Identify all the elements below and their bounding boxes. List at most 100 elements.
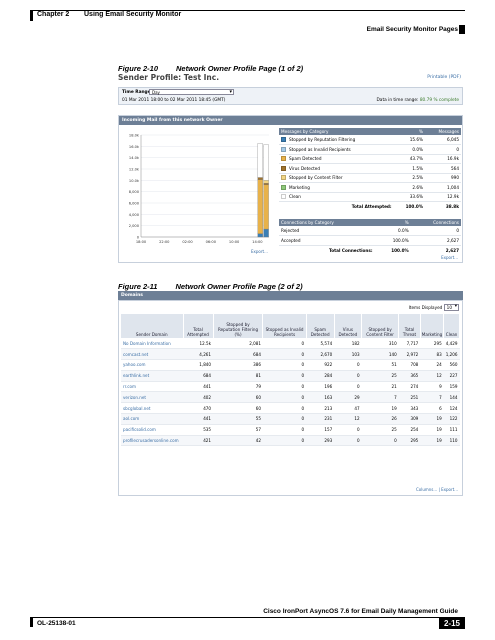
msg-category-count: 0 xyxy=(425,144,461,155)
domain-col-header[interactable]: Total Attempted xyxy=(183,314,214,338)
domain-cell: 110 xyxy=(443,435,460,447)
domain-cell: 295 xyxy=(420,338,444,350)
domain-cell: 163 xyxy=(306,391,335,404)
domain-cell: 0 xyxy=(262,413,307,425)
figure-caption-1: Figure 2-10 Network Owner Profile Page (1… xyxy=(118,64,303,73)
domain-link[interactable]: yahoo.com xyxy=(121,359,183,371)
domain-cell: 12 xyxy=(334,413,362,425)
domain-cell: 0 xyxy=(262,338,307,350)
msg-col-count: Messages xyxy=(425,128,461,135)
date-range-text: 01 Mar 2011 18:00 to 02 Mar 2011 18:45 (… xyxy=(122,98,226,103)
domain-cell: 922 xyxy=(306,359,335,371)
domain-cell: 365 xyxy=(398,370,421,382)
domain-cell: 42 xyxy=(213,435,263,447)
domain-cell: 122 xyxy=(443,413,460,425)
msg-category-label: Marketing xyxy=(279,182,394,193)
domain-cell: 140 xyxy=(361,348,399,361)
footer-rule xyxy=(30,617,465,618)
domain-cell: 57 xyxy=(213,424,263,436)
domain-col-header[interactable]: Clean xyxy=(443,314,460,338)
domain-cell: 19 xyxy=(420,413,444,425)
legend-swatch xyxy=(281,184,286,190)
domain-cell: 83 xyxy=(420,348,444,361)
domain-link[interactable]: pacificsolid.com xyxy=(121,424,183,436)
domain-col-header[interactable]: Spam Detected xyxy=(306,314,335,338)
domain-cell: 144 xyxy=(443,391,460,404)
document-page: Chapter 2 Using Email Security Monitor E… xyxy=(0,0,495,640)
category-name: Clean xyxy=(289,194,301,200)
domain-cell: 213 xyxy=(306,402,335,415)
domain-col-header[interactable]: Stopped as Invalid Recipients xyxy=(262,314,307,338)
x-tick-label: 02:00 xyxy=(182,240,193,244)
domain-col-header[interactable]: Total Threat xyxy=(398,314,421,338)
domain-link[interactable]: rr.com xyxy=(121,381,183,393)
domain-cell: 19 xyxy=(420,435,444,447)
legend-swatch xyxy=(281,175,286,181)
domain-cell: 157 xyxy=(306,424,335,436)
domain-cell: 7 xyxy=(420,391,444,404)
domain-row: aol.com 441 55 0 231 12 26 309 19 122 xyxy=(121,413,460,425)
domain-cell: 1,840 xyxy=(183,359,214,371)
domain-cell: 2,081 xyxy=(213,338,263,350)
domain-link[interactable]: sbcglobal.net xyxy=(121,402,183,415)
msg-category-label: Clean xyxy=(279,192,394,202)
msg-category-row: Stopped by Content Filter 2.5% 990 xyxy=(279,173,461,183)
y-tick-label: 4,000 xyxy=(129,213,140,217)
conn-category-label: Accepted xyxy=(279,235,375,246)
domain-cell: 441 xyxy=(183,413,214,425)
figure-title: Network Owner Profile Page (1 of 2) xyxy=(176,64,304,73)
bar-segment xyxy=(257,177,263,180)
conn-category-pct: 100.0% xyxy=(374,235,411,246)
domain-cell: 343 xyxy=(398,402,421,415)
domain-col-header[interactable]: Stopped by Content Filter xyxy=(361,314,400,338)
domain-cell: 2,972 xyxy=(398,348,421,361)
domain-cell: 26 xyxy=(361,413,399,425)
domain-link[interactable]: profilecrusadersonline.com xyxy=(121,435,183,447)
header-marker xyxy=(30,10,33,21)
msg-category-pct: 0.0% xyxy=(393,144,426,155)
bar-segment xyxy=(263,228,269,238)
domain-cell: 231 xyxy=(306,413,335,425)
connections-export-link[interactable]: Export... xyxy=(441,255,458,260)
items-displayed-select[interactable]: 10 xyxy=(443,304,459,311)
y-tick-label: 12.0k xyxy=(129,168,140,172)
bar-segment xyxy=(263,180,269,184)
domain-link[interactable]: No Domain Information xyxy=(121,338,183,350)
domain-link[interactable]: earthlink.net xyxy=(121,370,183,382)
domain-col-header[interactable]: Stopped by Reputation Filtering (%) xyxy=(213,314,264,338)
x-tick-label: 10:00 xyxy=(229,240,240,244)
domain-cell: 535 xyxy=(183,424,214,436)
x-tick-label: 14:00 xyxy=(252,240,263,244)
columns-export-links[interactable]: Columns... | Export... xyxy=(416,487,458,492)
msg-category-row: Clean 33.6% 12.9k xyxy=(279,192,461,202)
time-range-select[interactable]: Day xyxy=(149,89,234,95)
domains-table: Sender Domain Total Attempted Stopped by R… xyxy=(121,314,460,447)
incoming-mail-bar: Incoming Mail from this network Owner xyxy=(119,116,462,125)
chart-export-link[interactable]: Export... xyxy=(251,249,268,254)
domain-cell: 7 xyxy=(361,391,399,404)
conn-col-count: Connections xyxy=(410,219,461,226)
domain-col-header[interactable]: Sender Domain xyxy=(121,314,184,338)
msg-category-count: 6,045 xyxy=(425,135,461,145)
domain-cell: 0 xyxy=(334,359,362,371)
domain-col-header[interactable]: Virus Detected xyxy=(334,314,363,338)
footer-marker xyxy=(30,617,33,627)
domain-col-header[interactable]: Marketing xyxy=(420,314,445,338)
domain-cell: 12.5k xyxy=(183,338,214,350)
domain-link[interactable]: verizon.net xyxy=(121,391,183,404)
connections-by-category-table: Connections by Category % Connections Re… xyxy=(279,219,461,255)
domain-cell: 274 xyxy=(398,381,421,393)
msg-total-label: Total Attempted: xyxy=(351,204,392,209)
section-tab-marker xyxy=(459,25,465,34)
domain-cell: 21 xyxy=(361,381,399,393)
domain-cell: 0 xyxy=(262,402,307,415)
domain-link[interactable]: aol.com xyxy=(121,413,183,425)
legend-swatch xyxy=(281,165,286,171)
domain-cell: 81 xyxy=(213,370,263,382)
conn-col-pct: % xyxy=(374,219,411,226)
legend-swatch xyxy=(281,156,286,162)
msg-category-pct: 2.6% xyxy=(393,182,426,193)
printable-pdf-link[interactable]: Printable (PDF) xyxy=(427,75,461,80)
y-tick-label: 14.0k xyxy=(129,156,140,160)
domain-link[interactable]: comcast.net xyxy=(121,348,183,361)
